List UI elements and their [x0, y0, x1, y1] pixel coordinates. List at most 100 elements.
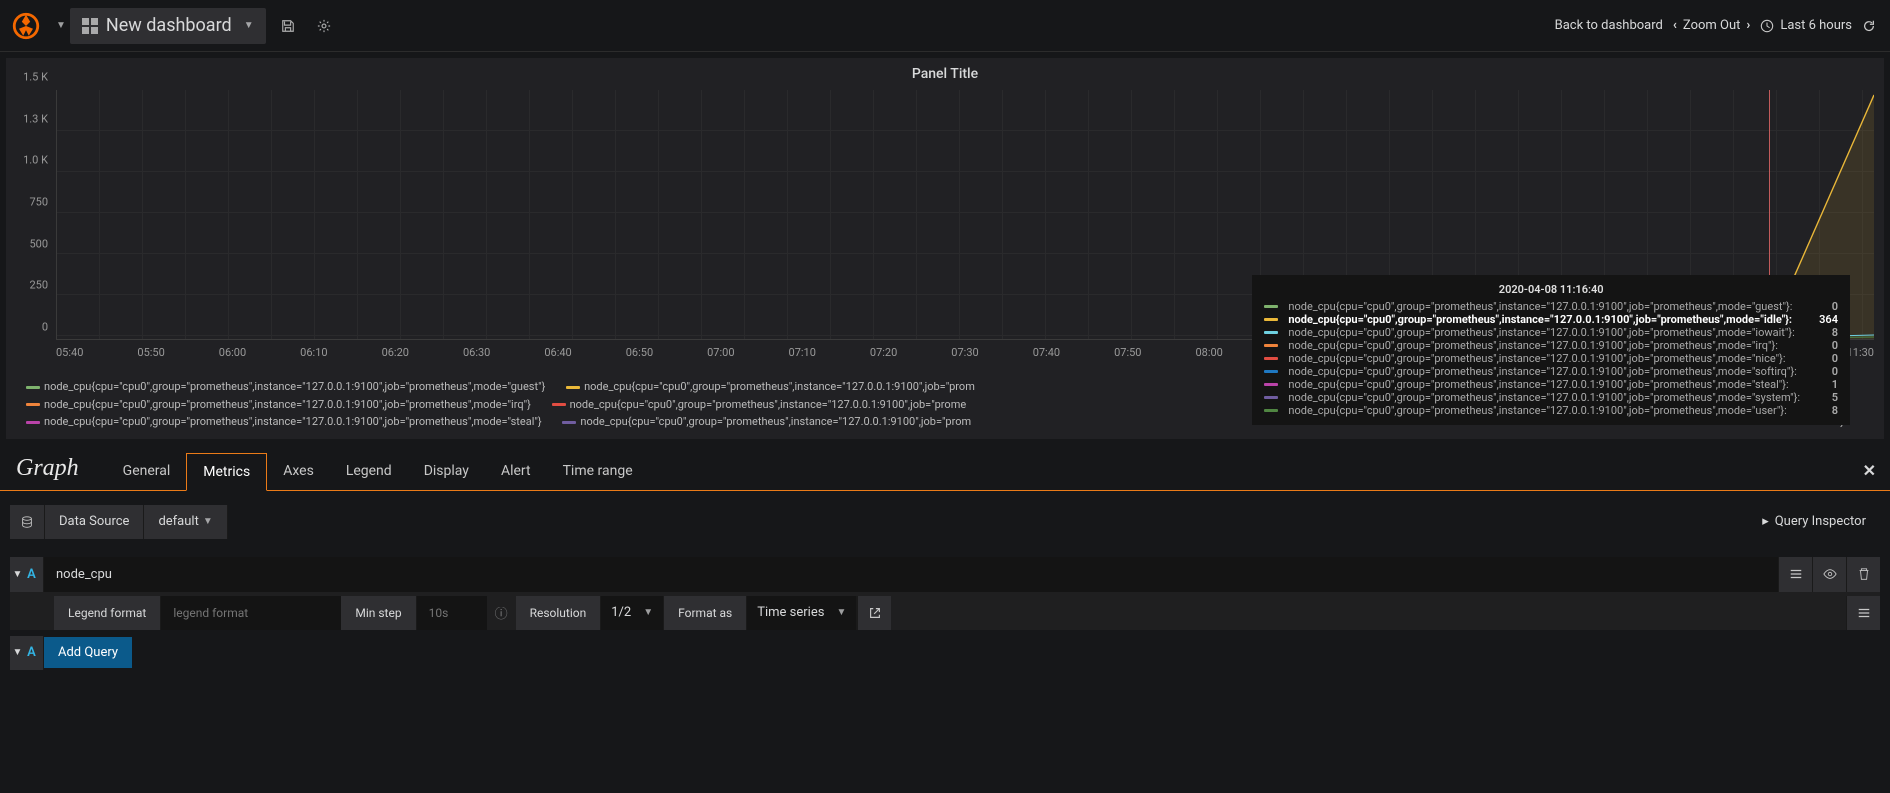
legend-item[interactable]: node_cpu{cpu="cpu0",group="prometheus",i… — [552, 396, 967, 414]
datasource-icon-button[interactable] — [10, 505, 45, 539]
editor-type-title: Graph — [16, 455, 79, 482]
caret-down-icon: ▼ — [13, 569, 23, 580]
panel-editor: Graph GeneralMetricsAxesLegendDisplayAle… — [0, 447, 1890, 670]
top-nav: ▼ New dashboard ▼ Back to dashboard ‹ Zo… — [0, 0, 1890, 52]
tooltip-series-label: node_cpu{cpu="cpu0",group="prometheus",i… — [1288, 352, 1800, 365]
settings-button[interactable] — [306, 8, 342, 44]
query-expression-input[interactable] — [44, 557, 1778, 592]
info-icon[interactable]: ⓘ — [487, 596, 516, 630]
tab-legend[interactable]: Legend — [330, 453, 408, 490]
tooltip-swatch — [1264, 344, 1278, 347]
tooltip-row: node_cpu{cpu="cpu0",group="prometheus",i… — [1264, 339, 1838, 352]
tooltip-series-label: node_cpu{cpu="cpu0",group="prometheus",i… — [1288, 404, 1800, 417]
query-row-a: ▼ A Legend format Min step ⓘ Resolution … — [10, 557, 1880, 630]
time-range-picker[interactable]: Last 6 hours — [1760, 18, 1852, 33]
tooltip-swatch — [1264, 396, 1278, 399]
tooltip-series-value: 0 — [1806, 300, 1838, 313]
database-icon — [20, 515, 34, 529]
tooltip-swatch — [1264, 383, 1278, 386]
query-letter: A — [22, 567, 40, 582]
tab-metrics[interactable]: Metrics — [186, 453, 267, 491]
panel-title[interactable]: Panel Title — [6, 58, 1884, 90]
chevron-right-icon[interactable]: › — [1746, 18, 1750, 33]
datasource-select[interactable]: default ▼ — [144, 505, 227, 539]
query-delete-button[interactable] — [1846, 557, 1880, 592]
tooltip-series-value: 0 — [1806, 339, 1838, 352]
tab-time-range[interactable]: Time range — [547, 453, 649, 490]
dashboard-dropdown[interactable]: New dashboard ▼ — [70, 8, 266, 44]
query-options-row: Legend format Min step ⓘ Resolution 1/2▼… — [10, 596, 1880, 630]
external-link-icon — [868, 606, 882, 620]
tooltip-row: node_cpu{cpu="cpu0",group="prometheus",i… — [1264, 378, 1838, 391]
tab-display[interactable]: Display — [408, 453, 485, 490]
caret-down-icon: ▼ — [13, 647, 23, 658]
legend-swatch — [562, 421, 576, 424]
hover-tooltip: 2020-04-08 11:16:40 node_cpu{cpu="cpu0",… — [1252, 275, 1850, 425]
resolution-select[interactable]: 1/2▼ — [601, 596, 664, 630]
grafana-logo[interactable] — [0, 0, 52, 52]
legend-item[interactable]: node_cpu{cpu="cpu0",group="prometheus",i… — [566, 378, 975, 396]
tooltip-series-label: node_cpu{cpu="cpu0",group="prometheus",i… — [1288, 300, 1800, 313]
top-right-controls: Back to dashboard ‹ Zoom Out › Last 6 ho… — [1555, 18, 1890, 33]
y-axis: 02505007501.0 K1.3 K1.5 K — [6, 90, 52, 340]
dashboard-title: New dashboard — [106, 15, 232, 36]
editor-tabs: Graph GeneralMetricsAxesLegendDisplayAle… — [0, 447, 1890, 491]
tooltip-series-value: 0 — [1806, 352, 1838, 365]
tooltip-series-label: node_cpu{cpu="cpu0",group="prometheus",i… — [1288, 391, 1800, 404]
tooltip-row: node_cpu{cpu="cpu0",group="prometheus",i… — [1264, 313, 1838, 326]
tooltip-row: node_cpu{cpu="cpu0",group="prometheus",i… — [1264, 365, 1838, 378]
chevron-left-icon[interactable]: ‹ — [1673, 18, 1677, 33]
tab-alert[interactable]: Alert — [485, 453, 547, 490]
legend-item[interactable]: node_cpu{cpu="cpu0",group="prometheus",i… — [26, 413, 542, 431]
caret-down-icon: ▼ — [643, 607, 653, 618]
tooltip-row: node_cpu{cpu="cpu0",group="prometheus",i… — [1264, 300, 1838, 313]
legend-swatch — [26, 386, 40, 389]
save-button[interactable] — [270, 8, 306, 44]
back-to-dashboard-link[interactable]: Back to dashboard — [1555, 18, 1663, 33]
hamburger-icon — [1789, 567, 1803, 581]
gear-icon — [317, 19, 331, 33]
eye-icon — [1823, 567, 1837, 581]
caret-down-icon: ▼ — [203, 516, 213, 527]
zoom-out-button[interactable]: Zoom Out — [1683, 18, 1740, 33]
query-collapse-toggle[interactable]: ▼ A — [10, 557, 44, 592]
tab-axes[interactable]: Axes — [267, 453, 330, 490]
legend-swatch — [552, 403, 566, 406]
datasource-row: Data Source default ▼ ▸ Query Inspector — [0, 491, 1890, 553]
external-link-button[interactable] — [857, 596, 891, 630]
logo-dropdown-caret[interactable]: ▼ — [56, 20, 66, 31]
save-icon — [281, 19, 295, 33]
tooltip-timestamp: 2020-04-08 11:16:40 — [1264, 283, 1838, 296]
chevron-right-icon: ▸ — [1762, 514, 1769, 529]
resolution-label: Resolution — [516, 596, 602, 630]
tooltip-series-label: node_cpu{cpu="cpu0",group="prometheus",i… — [1288, 326, 1800, 339]
tooltip-swatch — [1264, 357, 1278, 360]
trash-icon — [1857, 567, 1871, 581]
legend-item[interactable]: node_cpu{cpu="cpu0",group="prometheus",i… — [26, 378, 545, 396]
add-query-toggle[interactable]: ▼ A — [10, 636, 44, 670]
caret-down-icon: ▼ — [836, 607, 846, 618]
tooltip-row: node_cpu{cpu="cpu0",group="prometheus",i… — [1264, 391, 1838, 404]
tooltip-series-value: 1 — [1806, 378, 1838, 391]
legend-item[interactable]: node_cpu{cpu="cpu0",group="prometheus",i… — [562, 413, 971, 431]
tooltip-series-label: node_cpu{cpu="cpu0",group="prometheus",i… — [1288, 365, 1800, 378]
refresh-icon[interactable] — [1862, 19, 1876, 33]
tooltip-row: node_cpu{cpu="cpu0",group="prometheus",i… — [1264, 352, 1838, 365]
query-menu-button-2[interactable] — [1846, 596, 1880, 630]
query-visibility-toggle[interactable] — [1812, 557, 1846, 592]
query-inspector-button[interactable]: ▸ Query Inspector — [1762, 514, 1880, 529]
format-as-select[interactable]: Time series▼ — [747, 596, 857, 630]
legend-format-input[interactable] — [161, 596, 341, 630]
tab-general[interactable]: General — [107, 453, 187, 490]
add-query-button[interactable]: Add Query — [44, 637, 132, 668]
tooltip-swatch — [1264, 409, 1278, 412]
tooltip-swatch — [1264, 305, 1278, 308]
legend-item[interactable]: node_cpu{cpu="cpu0",group="prometheus",i… — [26, 396, 531, 414]
tooltip-row: node_cpu{cpu="cpu0",group="prometheus",i… — [1264, 326, 1838, 339]
add-query-row: ▼ A Add Query — [10, 636, 1880, 670]
query-menu-button[interactable] — [1778, 557, 1812, 592]
legend-format-label: Legend format — [54, 596, 161, 630]
close-editor-button[interactable]: ✕ — [1849, 451, 1890, 490]
tooltip-series-value: 5 — [1806, 391, 1838, 404]
min-step-input[interactable] — [417, 596, 487, 630]
